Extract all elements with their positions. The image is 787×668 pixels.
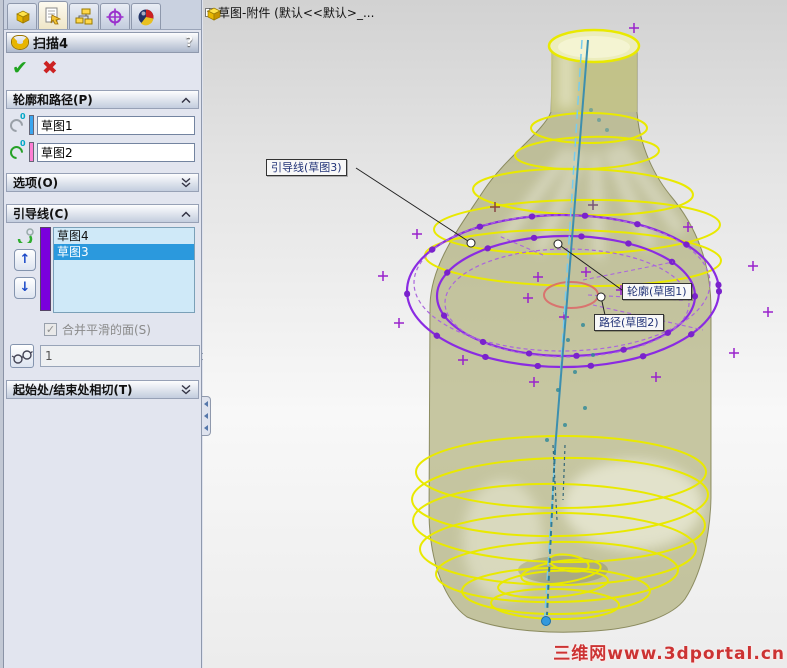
graphics-viewport[interactable]: + 草图-附件 (默认<<默认>_... 引导线(草图3) 轮廓(草图1) 路径… (203, 0, 787, 668)
bottle-3d-view (355, 23, 773, 633)
list-item[interactable]: 草图4 (54, 228, 194, 244)
configuration-tree-icon (75, 8, 93, 24)
profile-callout[interactable]: 轮廓(草图1) (622, 283, 692, 300)
path-sketch-icon: 0 (7, 139, 29, 162)
collapse-up-icon (181, 96, 191, 103)
guide-curve-icon (17, 228, 34, 243)
section-options-label: 选项(O) (13, 176, 59, 190)
part-cube-icon (207, 7, 221, 21)
panel-collapse-handle[interactable] (202, 396, 211, 436)
move-up-button[interactable]: ↑ (14, 249, 36, 271)
configuration-manager-tab[interactable] (69, 3, 99, 29)
path-input[interactable] (37, 142, 195, 162)
tree-item-label[interactable]: 草图-附件 (默认<<默认>_... (218, 4, 374, 21)
feature-title: 扫描4 (33, 37, 69, 52)
guide-display-row (10, 344, 210, 368)
feature-title-bar: 扫描4 ? (6, 32, 199, 53)
collapse-up-icon (181, 210, 191, 217)
property-manager-panel: 扫描4 ? ✔ ✖ 轮廓和路径(P) 0 0 (4, 0, 210, 668)
guide-curves-body: ↑ ↓ 草图4 草图3 (10, 227, 195, 313)
expand-down-icon (181, 384, 191, 395)
part-cube-icon (15, 10, 30, 24)
profile-input[interactable] (37, 115, 195, 135)
section-number-input[interactable] (40, 345, 200, 367)
merge-faces-row: ✓ 合并平滑的面(S) (44, 321, 201, 338)
cancel-button[interactable]: ✖ (42, 58, 58, 78)
feature-tree-tab[interactable] (7, 3, 37, 29)
solidworks-window: 扫描4 ? ✔ ✖ 轮廓和路径(P) 0 0 (0, 0, 787, 668)
sweep-feature-icon (12, 36, 28, 49)
section-guide-curves-label: 引导线(C) (13, 207, 69, 221)
path-row: 0 (7, 139, 195, 163)
expand-down-icon (181, 177, 191, 188)
guide-color-swatch (40, 227, 51, 311)
dimxpert-tab[interactable] (100, 3, 130, 29)
profile-sketch-icon: 0 (7, 112, 29, 135)
profile-row: 0 (7, 112, 195, 136)
move-down-button[interactable]: ↓ (14, 277, 36, 299)
merge-faces-checkbox[interactable]: ✓ (44, 323, 57, 336)
guide-curve-list[interactable]: 草图4 草图3 (53, 227, 195, 313)
help-button[interactable]: ? (185, 35, 193, 50)
render-sphere-icon (138, 9, 154, 25)
guide-curve-callout[interactable]: 引导线(草图3) (266, 159, 347, 176)
merge-faces-label: 合并平滑的面(S) (62, 323, 151, 337)
path-color-swatch (28, 142, 34, 162)
profile-color-swatch (28, 115, 34, 135)
feature-tree-item: + 草图-附件 (默认<<默认>_... (205, 4, 374, 21)
section-profile-path-label: 轮廓和路径(P) (13, 93, 93, 107)
property-manager-tab[interactable] (38, 1, 68, 29)
purple-target-icon (106, 8, 124, 25)
accept-button[interactable]: ✔ (12, 58, 28, 78)
section-start-end-tangency[interactable]: 起始处/结束处相切(T) (6, 380, 199, 399)
show-sections-button[interactable] (10, 344, 34, 368)
display-manager-tab[interactable] (131, 3, 161, 29)
property-sheet-hand-icon (45, 7, 62, 24)
path-callout[interactable]: 路径(草图2) (594, 314, 664, 331)
watermark: 三维网www.3dportal.cn (553, 644, 785, 664)
confirm-bar: ✔ ✖ (4, 53, 201, 82)
section-guide-curves[interactable]: 引导线(C) (6, 204, 199, 223)
glasses-icon (11, 350, 33, 364)
section-start-end-tangency-label: 起始处/结束处相切(T) (13, 383, 133, 397)
panel-tab-bar (4, 0, 201, 30)
section-profile-path[interactable]: 轮廓和路径(P) (6, 90, 199, 109)
section-options[interactable]: 选项(O) (6, 173, 199, 192)
list-item-selected[interactable]: 草图3 (54, 244, 194, 260)
